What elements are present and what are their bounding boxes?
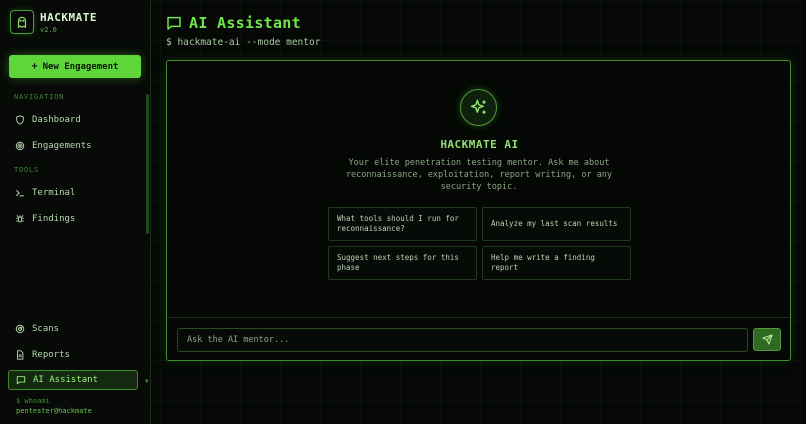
sidebar-item-engagements[interactable]: Engagements <box>8 136 138 156</box>
sidebar-item-label: AI Assistant <box>33 375 99 385</box>
suggestion-chip[interactable]: What tools should I run for reconnaissan… <box>328 207 477 241</box>
section-label-navigation: NAVIGATION <box>14 93 65 101</box>
assistant-name: HACKMATE AI <box>440 138 519 151</box>
suggestion-chip[interactable]: Analyze my last scan results <box>482 207 631 241</box>
new-engagement-button[interactable]: + New Engagement <box>9 55 141 78</box>
whoami-command: $ whoami <box>16 397 50 405</box>
send-button[interactable] <box>753 328 781 351</box>
assistant-description: Your elite penetration testing mentor. A… <box>345 158 613 192</box>
page-title: AI Assistant <box>189 14 301 32</box>
sidebar-scrollbar[interactable] <box>146 92 149 386</box>
app-name: HACKMATE <box>40 10 97 24</box>
chat-icon <box>166 15 182 31</box>
chat-input-bar <box>167 317 790 360</box>
sparkles-icon <box>460 89 497 126</box>
mode-command: $ hackmate-ai --mode mentor <box>166 37 321 48</box>
shield-icon <box>15 115 25 125</box>
plus-icon: + <box>31 61 38 72</box>
sidebar-item-ai-assistant[interactable]: AI Assistant <box>8 370 138 390</box>
app-version: v2.0 <box>40 25 57 34</box>
section-label-tools: TOOLS <box>14 166 40 174</box>
radar-icon <box>15 324 25 334</box>
sidebar-item-reports[interactable]: Reports <box>8 345 138 365</box>
chat-input[interactable] <box>177 328 748 352</box>
sidebar-item-label: Dashboard <box>32 115 81 125</box>
sidebar-scroll-thumb[interactable] <box>146 94 149 234</box>
brand[interactable]: HACKMATE v2.0 <box>10 10 97 34</box>
page-header: AI Assistant <box>166 14 301 32</box>
suggestion-chip[interactable]: Help me write a finding report <box>482 246 631 280</box>
sidebar-item-label: Terminal <box>32 188 76 198</box>
suggestion-chip[interactable]: Suggest next steps for this phase <box>328 246 477 280</box>
sidebar-item-label: Engagements <box>32 141 92 151</box>
document-icon <box>15 350 25 360</box>
sidebar-item-terminal[interactable]: Terminal <box>8 183 138 203</box>
sidebar-item-label: Reports <box>32 350 70 360</box>
whoami: $ whoami pentester@hackmate <box>16 396 92 416</box>
chat-panel: HACKMATE AI Your elite penetration testi… <box>166 60 791 361</box>
bug-icon <box>15 214 25 224</box>
sidebar: HACKMATE v2.0 + New Engagement NAVIGATIO… <box>0 0 151 424</box>
sidebar-item-label: Scans <box>32 324 60 334</box>
chat-icon <box>16 375 26 385</box>
ghost-icon <box>10 10 34 34</box>
new-engagement-label: New Engagement <box>42 61 119 72</box>
target-icon <box>15 141 25 151</box>
sidebar-item-dashboard[interactable]: Dashboard <box>8 110 138 130</box>
sidebar-item-scans[interactable]: Scans <box>8 319 138 339</box>
sidebar-item-label: Findings <box>32 214 76 224</box>
whoami-user: pentester@hackmate <box>16 407 92 415</box>
sidebar-item-findings[interactable]: Findings <box>8 209 138 229</box>
terminal-icon <box>15 188 25 198</box>
send-icon <box>761 330 773 349</box>
scroll-down-icon[interactable]: ▼ <box>145 378 149 385</box>
